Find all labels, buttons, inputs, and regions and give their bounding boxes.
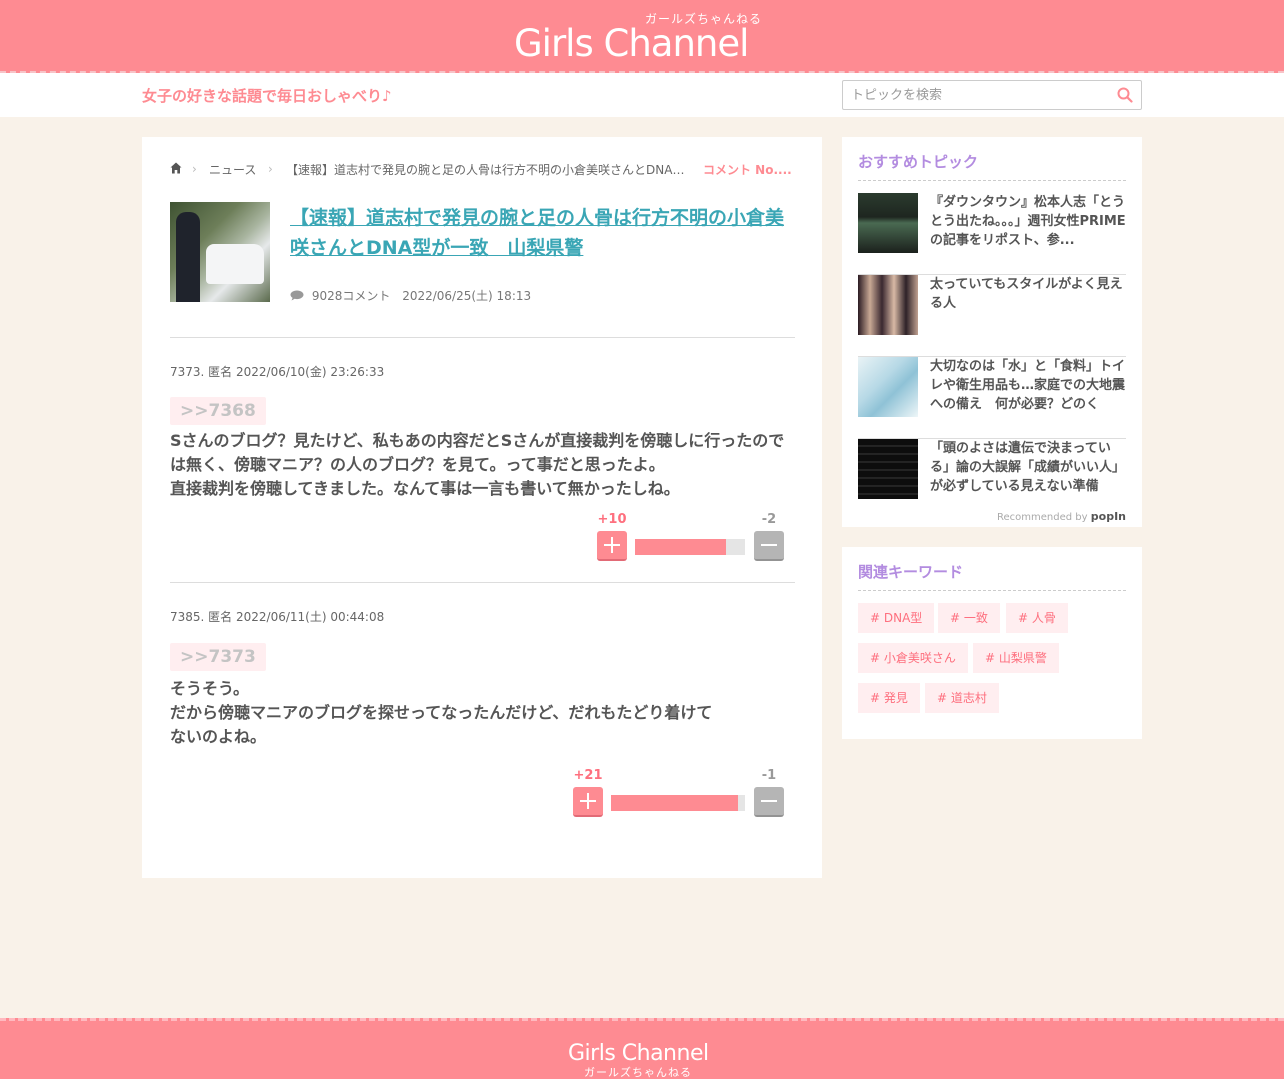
plus-vote-count: +21 xyxy=(573,768,603,783)
popin-logo: popIn xyxy=(1090,510,1126,523)
recommended-thumbnail xyxy=(858,193,918,253)
logo-text: Girls Channel xyxy=(514,22,749,65)
recommended-by-credit[interactable]: Recommended by popIn xyxy=(997,510,1126,523)
anchor-link[interactable]: >>7373 xyxy=(170,643,266,671)
breadcrumb: › ニュース › 【速報】道志村で発見の腕と足の人骨は行方不明の小倉美咲さんとD… xyxy=(170,161,795,179)
recommended-item[interactable]: 「頭のよさは遺伝で決まっている」論の大誤解「成績がいい人」が必ずしている見えない… xyxy=(858,439,1126,521)
recommended-thumbnail xyxy=(858,357,918,417)
site-tagline: 女子の好きな話題で毎日おしゃべり♪ xyxy=(142,87,392,105)
plus-vote-button[interactable] xyxy=(573,787,603,817)
comment-header: 7385. 匿名 2022/06/11(土) 00:44:08 xyxy=(170,610,385,624)
comment-body: Sさんのブログ？見たけど、私もあの内容だとSさんが直接裁判を傍聴しに行ったので … xyxy=(170,429,792,501)
recommended-heading: おすすめトピック xyxy=(858,151,1126,181)
main-panel: › ニュース › 【速報】道志村で発見の腕と足の人骨は行方不明の小倉美咲さんとD… xyxy=(142,137,822,878)
recommended-title: 『ダウンタウン』松本人志「とうとう出たね。。。」週刊女性PRIMEの記事をリポス… xyxy=(930,195,1126,248)
related-keywords-box: 関連キーワード # DNA型 # 一致 # 人骨 # 小倉美咲さん # 山梨県警… xyxy=(842,547,1142,739)
keyword-tag[interactable]: # 道志村 xyxy=(925,683,999,713)
footer-logo[interactable]: Girls Channel ガールズちゃんねる xyxy=(568,1041,718,1079)
site-header: ガールズちゃんねる Girls Channel xyxy=(0,0,1284,73)
recommended-title: 大切なのは「水」と「食料」トイレや衛生用品も…家庭での大地震への備え 何が必要？… xyxy=(930,359,1126,412)
comment-count: 9028コメント xyxy=(311,289,391,303)
chevron-right-icon: › xyxy=(268,162,273,176)
site-logo[interactable]: ガールズちゃんねる Girls Channel xyxy=(514,8,774,65)
comment-line: Sさんのブログ？見たけど、私もあの内容だとSさんが直接裁判を傍聴しに行ったので xyxy=(170,431,785,450)
minus-vote-button[interactable] xyxy=(754,531,784,561)
plus-vote-count: +10 xyxy=(597,512,627,527)
keywords-heading: 関連キーワード xyxy=(858,561,1126,591)
home-icon[interactable] xyxy=(170,162,182,174)
article-thumbnail[interactable] xyxy=(170,202,270,302)
vote-ratio-fill xyxy=(635,539,727,555)
recommended-title: 「頭のよさは遺伝で決まっている」論の大誤解「成績がいい人」が必ずしている見えない… xyxy=(930,441,1126,494)
comment-body: そうそう。 だから傍聴マニアのブログを探せってなったんだけど、だれもたどり着けて… xyxy=(170,677,792,749)
comment-bubble-icon xyxy=(290,290,304,301)
keyword-tag[interactable]: # 人骨 xyxy=(1006,603,1068,633)
breadcrumb-topic-link[interactable]: 【速報】道志村で発見の腕と足の人骨は行方不明の小倉美咲さんとDNA型... xyxy=(286,161,694,178)
divider xyxy=(170,582,795,583)
plus-vote-button[interactable] xyxy=(597,531,627,561)
article-title-link[interactable]: 【速報】道志村で発見の腕と足の人骨は行方不明の小倉美咲さんとDNA型が一致 山梨… xyxy=(290,203,795,263)
divider xyxy=(170,337,795,338)
breadcrumb-news-link[interactable]: ニュース xyxy=(209,161,256,178)
search-box xyxy=(842,80,1142,110)
comment-line: そうそう。 xyxy=(170,679,250,698)
keyword-tag[interactable]: # 発見 xyxy=(858,683,920,713)
sub-bar: 女子の好きな話題で毎日おしゃべり♪ xyxy=(0,73,1284,117)
recommended-item[interactable]: 『ダウンタウン』松本人志「とうとう出たね。。。」週刊女性PRIMEの記事をリポス… xyxy=(858,193,1126,275)
keyword-tag[interactable]: # 小倉美咲さん xyxy=(858,643,968,673)
recommended-topics-box: おすすめトピック 『ダウンタウン』松本人志「とうとう出たね。。。」週刊女性PRI… xyxy=(842,137,1142,527)
thumbnail-person-shape xyxy=(176,212,200,302)
thumbnail-car-shape xyxy=(206,244,264,284)
footer-logo-kana: ガールズちゃんねる xyxy=(584,1066,692,1079)
minus-vote-count: -2 xyxy=(761,512,777,527)
keyword-tag[interactable]: # 山梨県警 xyxy=(973,643,1059,673)
recommended-thumbnail xyxy=(858,275,918,335)
recommended-item[interactable]: 太っていてもスタイルがよく見える人 xyxy=(858,275,1126,357)
site-footer: Girls Channel ガールズちゃんねる xyxy=(0,1018,1284,1079)
vote-ratio-bar xyxy=(635,539,745,555)
article-date: 2022/06/25(土) 18:13 xyxy=(402,289,532,303)
comment-line: だから傍聴マニアのブログを探せってなったんだけど、だれもたどり着けて xyxy=(170,703,713,722)
keyword-tag[interactable]: # 一致 xyxy=(938,603,1000,633)
comment-line: ないのよね。 xyxy=(170,727,267,746)
comment-line: は無く、傍聴マニア？の人のブログ？を見て。って事だと思ったよ。 xyxy=(170,455,665,474)
chevron-right-icon: › xyxy=(192,162,197,176)
keyword-tag[interactable]: # DNA型 xyxy=(858,603,935,633)
search-icon[interactable] xyxy=(1117,87,1133,103)
minus-vote-button[interactable] xyxy=(754,787,784,817)
breadcrumb-current: コメント No.... xyxy=(703,163,792,177)
recommended-title: 太っていてもスタイルがよく見える人 xyxy=(930,277,1123,311)
recommended-by-label: Recommended by xyxy=(997,512,1088,523)
article-meta: 9028コメント 2022/06/25(土) 18:13 xyxy=(290,287,531,304)
recommended-thumbnail xyxy=(858,439,918,499)
search-input[interactable] xyxy=(851,86,1111,104)
anchor-link[interactable]: >>7368 xyxy=(170,397,266,425)
vote-ratio-fill xyxy=(611,795,739,811)
comment-header: 7373. 匿名 2022/06/10(金) 23:26:33 xyxy=(170,365,385,379)
minus-vote-count: -1 xyxy=(761,768,777,783)
vote-ratio-bar xyxy=(611,795,745,811)
footer-logo-text: Girls Channel xyxy=(568,1041,709,1066)
recommended-item[interactable]: 大切なのは「水」と「食料」トイレや衛生用品も…家庭での大地震への備え 何が必要？… xyxy=(858,357,1126,439)
comment-line: 直接裁判を傍聴してきました。なんて事は一言も書いて無かったしね。 xyxy=(170,479,680,498)
